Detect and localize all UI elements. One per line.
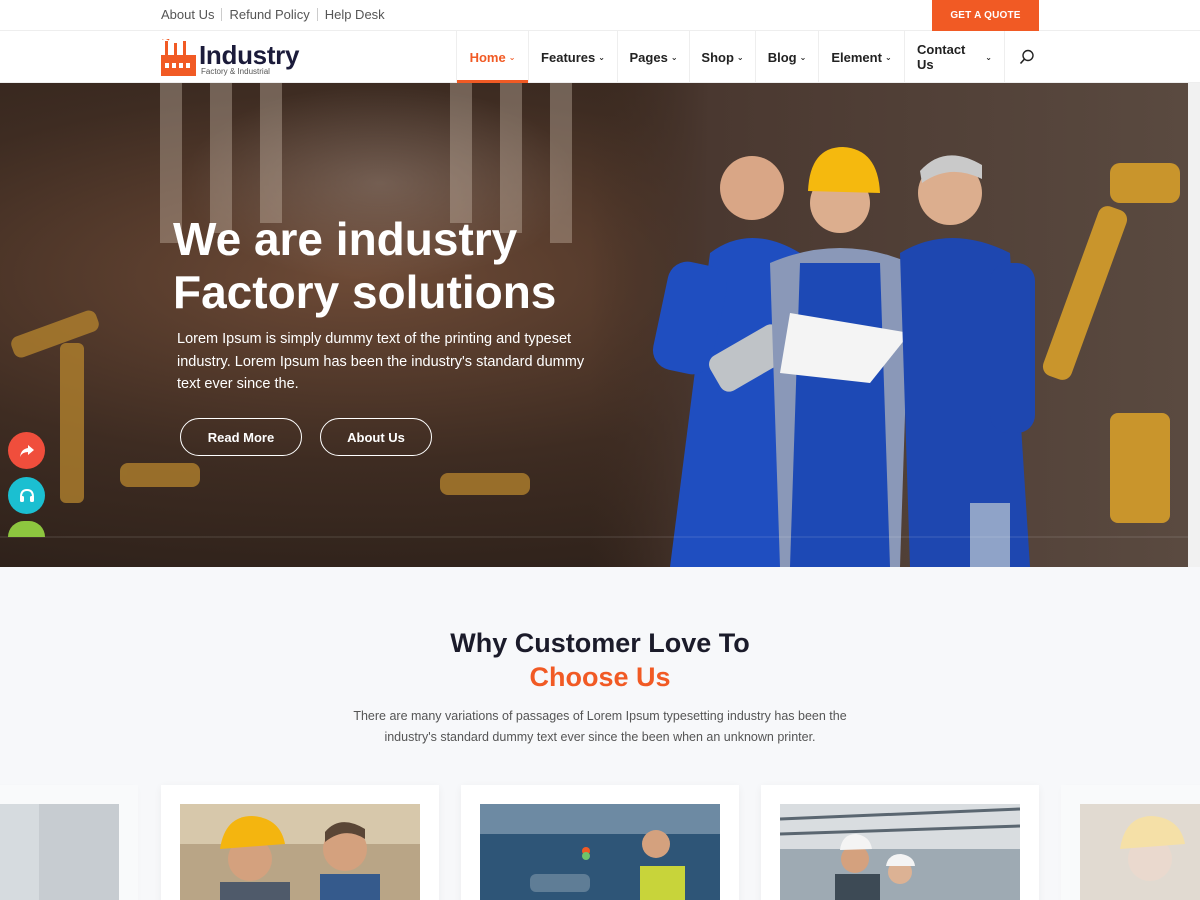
top-links: About Us Refund Policy Help Desk	[161, 7, 385, 22]
feature-card[interactable]	[461, 785, 739, 900]
nav-item-pages[interactable]: Pages ⌄	[617, 31, 689, 83]
nav-label: Element	[831, 49, 882, 65]
main-header: Industry Factory & Industrial Home ⌄ Feat…	[0, 31, 1200, 83]
chevron-down-icon: ⌄	[799, 52, 807, 62]
support-button[interactable]	[8, 477, 45, 514]
chevron-down-icon: ⌄	[736, 52, 744, 62]
read-more-button[interactable]: Read More	[180, 418, 302, 456]
nav-label: Shop	[701, 49, 734, 65]
hero-title: We are industry Factory solutions	[173, 213, 633, 319]
feature-card[interactable]	[761, 785, 1039, 900]
top-link-refund-policy[interactable]: Refund Policy	[229, 7, 309, 22]
chevron-down-icon: ⌄	[670, 52, 678, 62]
nav-label: Contact Us	[917, 42, 966, 72]
section-title: Why Customer Love To	[450, 628, 750, 658]
hero-banner: We are industry Factory solutions Lorem …	[0, 83, 1188, 567]
share-button[interactable]	[8, 432, 45, 469]
card-image	[1080, 804, 1200, 900]
feature-card[interactable]	[0, 785, 138, 900]
factory-logo-icon	[161, 39, 196, 76]
about-us-button[interactable]: About Us	[320, 418, 432, 456]
nav-label: Pages	[629, 49, 668, 65]
nav-label: Features	[541, 49, 596, 65]
card-image	[780, 804, 1020, 900]
top-bar: About Us Refund Policy Help Desk GET A Q…	[0, 0, 1200, 31]
nav-item-blog[interactable]: Blog ⌄	[755, 31, 818, 83]
nav-item-element[interactable]: Element ⌄	[818, 31, 904, 83]
card-image	[180, 804, 420, 900]
hero-description: Lorem Ipsum is simply dummy text of the …	[177, 331, 585, 392]
chevron-down-icon: ⌄	[598, 52, 605, 62]
share-icon	[19, 444, 34, 457]
workers-photo	[590, 83, 1188, 567]
hero-title-line1: We are industry	[173, 213, 518, 265]
page-edge	[1188, 83, 1200, 567]
section-title-highlight: Choose Us	[529, 662, 671, 692]
chevron-down-icon: ⌄	[884, 52, 892, 62]
card-image	[480, 804, 720, 900]
nav-item-home[interactable]: Home ⌄	[456, 31, 528, 83]
get-a-quote-button[interactable]: GET A QUOTE	[932, 0, 1039, 31]
nav-label: Home	[469, 49, 506, 65]
site-logo[interactable]: Industry Factory & Industrial	[161, 37, 311, 79]
chevron-down-icon: ⌄	[508, 52, 516, 62]
nav-item-contact-us[interactable]: Contact Us ⌄	[904, 31, 1004, 83]
search-icon	[1019, 49, 1034, 65]
hero-divider	[0, 536, 1188, 538]
search-button[interactable]	[1004, 31, 1048, 83]
nav-item-shop[interactable]: Shop ⌄	[689, 31, 755, 83]
feature-card[interactable]	[161, 785, 439, 900]
chevron-down-icon: ⌄	[985, 52, 992, 62]
top-link-help-desk[interactable]: Help Desk	[325, 7, 385, 22]
hero-title-line2: Factory solutions	[173, 266, 557, 318]
nav-label: Blog	[767, 49, 797, 65]
logo-subtitle: Factory & Industrial	[201, 67, 270, 76]
section-description: There are many variations of passages of…	[353, 709, 847, 744]
main-nav: Home ⌄ Features ⌄ Pages ⌄ Shop ⌄ Blog ⌄ Eleme…	[456, 31, 1048, 83]
feature-card[interactable]	[1061, 785, 1200, 900]
nav-item-features[interactable]: Features ⌄	[528, 31, 617, 83]
card-image	[0, 804, 119, 900]
divider	[316, 8, 318, 21]
divider	[221, 8, 223, 21]
top-link-about-us[interactable]: About Us	[161, 7, 214, 22]
headset-icon	[19, 488, 34, 502]
